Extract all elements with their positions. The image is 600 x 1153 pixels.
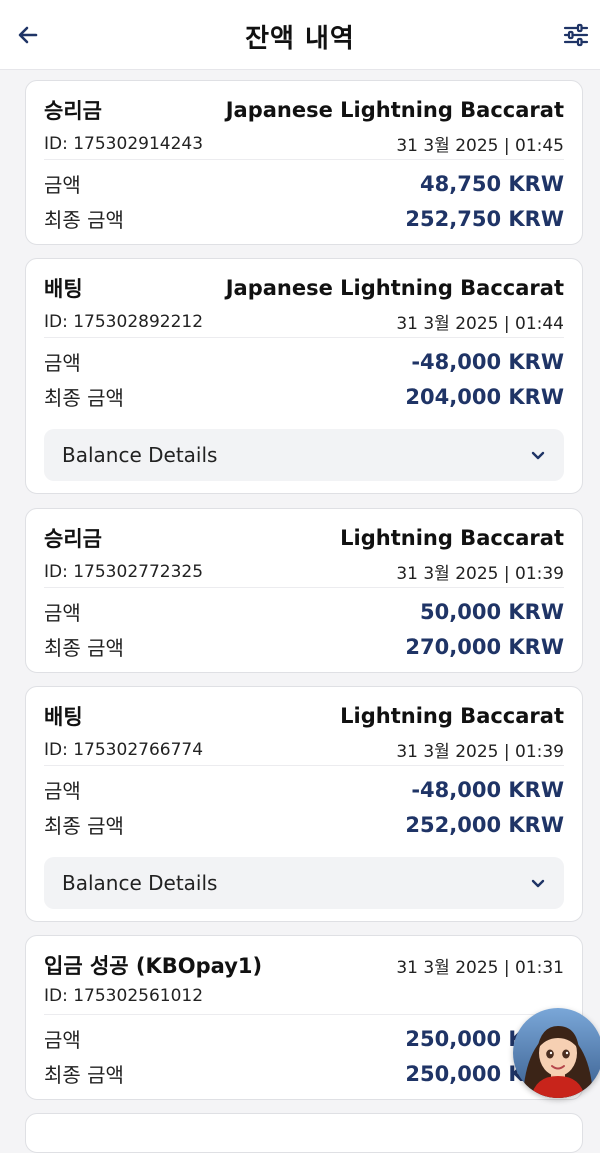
- transaction-id: ID: 175302766774: [44, 739, 204, 760]
- transaction-date: 31 3월 2025 | 01:45: [396, 136, 564, 156]
- game-name: Japanese Lightning Baccarat: [225, 98, 564, 122]
- divider: [44, 765, 564, 766]
- final-amount-label: 최종 금액: [44, 1063, 124, 1087]
- amount-label: 금액: [44, 173, 81, 197]
- amount-label: 금액: [44, 779, 81, 803]
- final-amount-value: 204,000 KRW: [405, 384, 564, 409]
- filter-button[interactable]: [558, 17, 594, 53]
- amount-value: -48,000 KRW: [411, 777, 564, 802]
- transaction-card: 승리금 Lightning Baccarat ID: 175302772325 …: [25, 508, 583, 673]
- balance-details-button[interactable]: Balance Details: [44, 857, 564, 909]
- balance-details-label: Balance Details: [62, 871, 218, 895]
- amount-label: 금액: [44, 351, 81, 375]
- transaction-card: 배팅 Japanese Lightning Baccarat ID: 17530…: [25, 258, 583, 494]
- transaction-card-partial: [25, 1113, 583, 1153]
- avatar-image: [513, 1008, 600, 1098]
- final-amount-value: 270,000 KRW: [405, 634, 564, 659]
- balance-details-button[interactable]: Balance Details: [44, 429, 564, 481]
- final-amount-label: 최종 금액: [44, 386, 124, 410]
- divider: [44, 587, 564, 588]
- transaction-card: 입금 성공 (KBOpay1) 31 3월 2025 | 01:31 ID: 1…: [25, 935, 583, 1100]
- amount-value: 48,750 KRW: [420, 171, 564, 196]
- transaction-id: ID: 175302561012: [44, 986, 204, 1006]
- final-amount-label: 최종 금액: [44, 814, 124, 838]
- final-amount-label: 최종 금액: [44, 208, 124, 232]
- transaction-id: ID: 175302772325: [44, 561, 204, 582]
- balance-details-label: Balance Details: [62, 443, 218, 467]
- game-name: Lightning Baccarat: [340, 526, 564, 550]
- amount-value: -48,000 KRW: [411, 349, 564, 374]
- chevron-down-icon: [531, 451, 545, 460]
- divider: [44, 1014, 564, 1015]
- transaction-type: 배팅: [44, 277, 83, 301]
- transaction-type: 승리금: [44, 99, 102, 123]
- amount-value: 50,000 KRW: [420, 599, 564, 624]
- game-name: Japanese Lightning Baccarat: [225, 276, 564, 300]
- app-header: 잔액 내역: [0, 0, 600, 70]
- transaction-date: 31 3월 2025 | 01:31: [396, 957, 564, 978]
- divider: [44, 337, 564, 338]
- transaction-card: 승리금 Japanese Lightning Baccarat ID: 1753…: [25, 80, 583, 245]
- chevron-down-icon: [531, 879, 545, 888]
- game-name: Lightning Baccarat: [340, 704, 564, 728]
- transaction-card: 배팅 Lightning Baccarat ID: 175302766774 3…: [25, 686, 583, 922]
- amount-label: 금액: [44, 601, 81, 625]
- amount-label: 금액: [44, 1028, 81, 1052]
- transaction-date: 31 3월 2025 | 01:39: [396, 564, 564, 584]
- final-amount-label: 최종 금액: [44, 636, 124, 660]
- sliders-icon: [563, 23, 589, 47]
- transaction-date: 31 3월 2025 | 01:44: [396, 314, 564, 334]
- transaction-id: ID: 175302892212: [44, 311, 204, 332]
- transaction-type: 입금 성공 (KBOpay1): [44, 954, 263, 978]
- final-amount-value: 252,000 KRW: [405, 812, 564, 837]
- page-title: 잔액 내역: [245, 24, 355, 54]
- transaction-id: ID: 175302914243: [44, 133, 204, 154]
- transaction-type: 배팅: [44, 705, 83, 729]
- support-avatar-button[interactable]: [513, 1008, 600, 1098]
- divider: [44, 159, 564, 160]
- transaction-type: 승리금: [44, 527, 102, 551]
- final-amount-value: 252,750 KRW: [405, 206, 564, 231]
- transaction-date: 31 3월 2025 | 01:39: [396, 742, 564, 762]
